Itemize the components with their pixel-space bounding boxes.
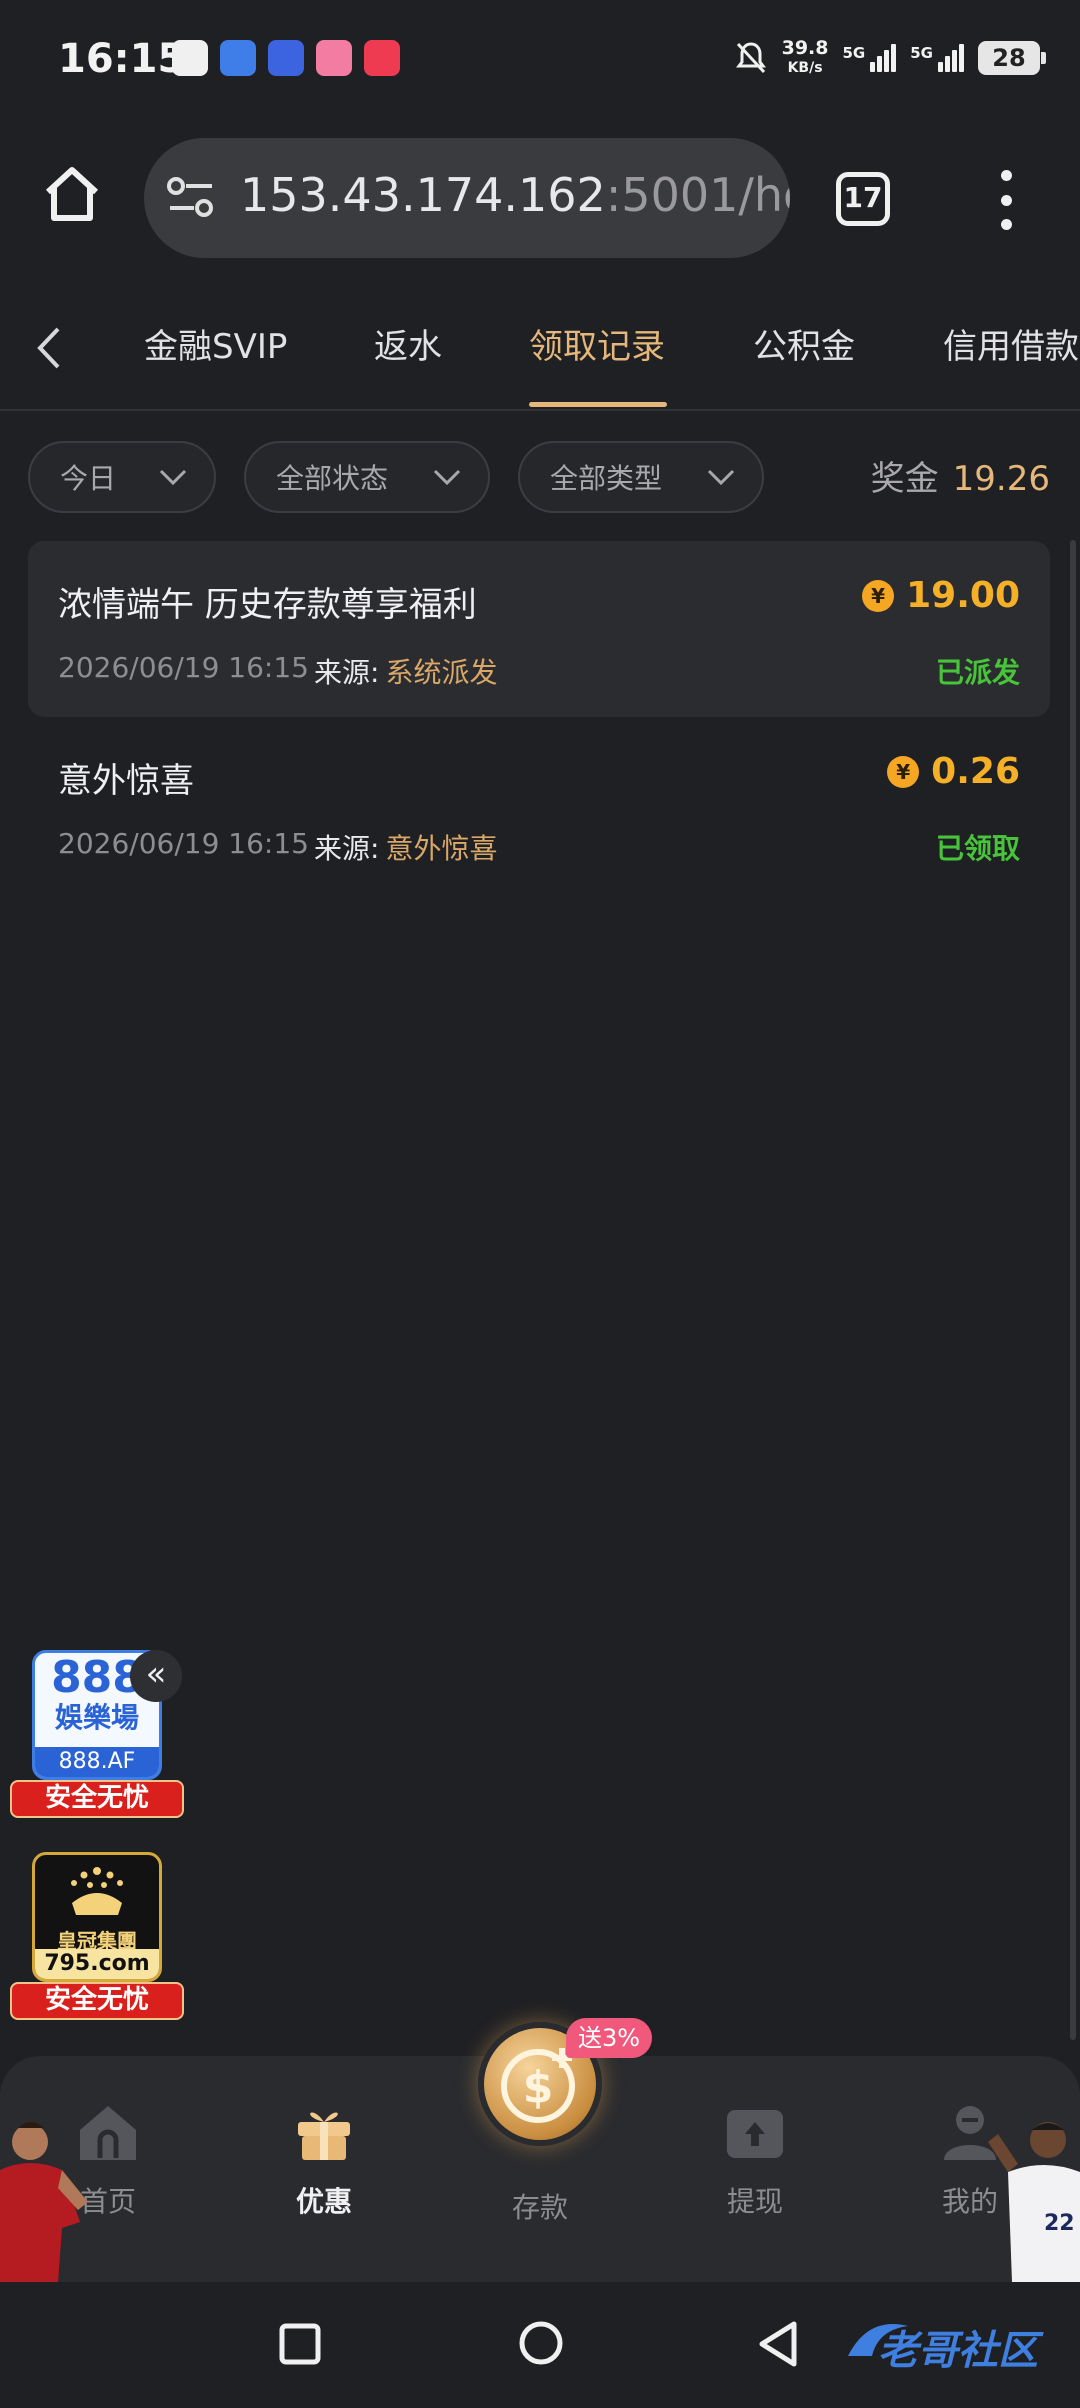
home-circle-icon[interactable] [518, 2320, 564, 2366]
record-date: 2026/06/19 16:15 [58, 651, 309, 684]
status-filter-label: 全部状态 [276, 462, 389, 495]
signal-sim2-icon: 5G [910, 44, 964, 72]
record-amount: ¥ 0.26 [887, 751, 1020, 792]
record-source: 来源: 意外惊喜 [314, 827, 497, 867]
crown-group-ad[interactable]: 皇冠集團 795.com 安全无忧 [10, 1852, 184, 2022]
tab-svip[interactable]: 金融SVIP [144, 319, 287, 368]
more-menu-icon[interactable] [996, 170, 1016, 230]
back-arrow-icon[interactable] [30, 323, 70, 373]
ad-crown-url: 795.com [35, 1949, 159, 1979]
deposit-bonus-badge: 送3% [566, 2018, 653, 2058]
watermark-text: 老哥社区 [878, 2328, 1038, 2374]
football-player-right-image: 22 [988, 2122, 1080, 2282]
active-tab-indicator [529, 402, 667, 407]
coin-icon: ¥ [862, 579, 895, 612]
status-badge: 已领取 [935, 832, 1020, 865]
svg-text:$: $ [523, 2062, 554, 2113]
mute-bell-icon [735, 42, 766, 74]
svg-text:22: 22 [1044, 2211, 1075, 2236]
record-amount: ¥ 19.00 [862, 575, 1020, 616]
football-player-left-image [0, 2122, 88, 2282]
record-title: 浓情端午 历史存款尊享福利 [58, 585, 477, 625]
notification-icons [172, 40, 400, 76]
network-speed: 39.8 KB/s [782, 38, 829, 78]
filter-bar: 今日 全部状态 全部类型 奖金 19.26 [0, 411, 1080, 531]
type-filter-dropdown[interactable]: 全部类型 [518, 441, 764, 513]
speed-value: 39.8 [781, 37, 829, 59]
signal-sim1-icon: 5G [843, 44, 897, 72]
tab-deposit-label[interactable]: 存款 [478, 2186, 602, 2226]
bonus-label: 奖金 [870, 459, 939, 499]
collapse-ads-button[interactable]: « [130, 1650, 182, 1702]
coin-icon: ¥ [887, 755, 920, 788]
sim1-label: 5G [842, 44, 866, 62]
ad-888-ribbon: 安全无忧 [10, 1780, 184, 1818]
record-amount-value: 0.26 [931, 751, 1020, 792]
date-filter-label: 今日 [60, 462, 117, 495]
list-item[interactable]: 意外惊喜 ¥ 0.26 2026/06/19 16:15 来源: 意外惊喜 已领取 [28, 717, 1050, 893]
source-value: 系统派发 [385, 656, 498, 689]
bonus-total: 奖金 19.26 [871, 451, 1050, 500]
tab-promotions-label: 优惠 [295, 2185, 352, 2218]
source-label: 来源: [314, 832, 380, 865]
tab-promotions[interactable]: 优惠 [254, 2100, 394, 2220]
url-host: 153.43.174.162 [240, 168, 606, 222]
source-label: 来源: [314, 656, 380, 689]
status-badge: 已派发 [935, 656, 1020, 689]
gift-icon [298, 2112, 350, 2160]
battery-icon: 28 [978, 41, 1046, 75]
withdraw-icon [727, 2110, 783, 2158]
status-right: 39.8 KB/s 5G 5G 28 [734, 38, 1046, 78]
chevron-down-icon [159, 469, 187, 486]
crown-icon [71, 1867, 123, 1915]
back-triangle-icon[interactable] [756, 2320, 800, 2368]
xiaohongshu-icon [364, 40, 400, 76]
record-source: 来源: 系统派发 [314, 651, 497, 691]
crown-group-logo: 皇冠集團 795.com [32, 1852, 162, 1982]
record-amount-value: 19.00 [906, 575, 1020, 616]
record-title: 意外惊喜 [58, 761, 194, 801]
ad-crown-ribbon: 安全无忧 [10, 1982, 184, 2020]
tab-claim-records[interactable]: 领取记录 [529, 319, 665, 368]
tab-switcher-button[interactable]: 17 [836, 172, 890, 226]
sim2-label: 5G [910, 44, 933, 62]
status-bar: 16:15 39.8 KB/s 5G 5G 28 [0, 0, 1080, 120]
qq-icon [172, 40, 208, 76]
tieba-icon [268, 40, 304, 76]
chevron-down-icon [433, 469, 461, 486]
ad-888-subtitle: 娛樂場 [54, 1701, 139, 1734]
type-filter-label: 全部类型 [550, 462, 663, 495]
home-icon[interactable] [40, 162, 104, 226]
source-value: 意外惊喜 [385, 832, 498, 865]
ad-888-url: 888.AF [35, 1747, 159, 1777]
cloud-icon [220, 40, 256, 76]
date-filter-dropdown[interactable]: 今日 [28, 441, 216, 513]
status-time: 16:15 [58, 36, 186, 82]
bilibili-icon [316, 40, 352, 76]
browser-toolbar: 153.43.174.162:5001/home 17 [0, 120, 1080, 285]
category-tabs: 金融SVIP 返水 领取记录 公积金 信用借款 [0, 285, 1080, 411]
bonus-value: 19.26 [952, 459, 1050, 499]
tab-withdraw[interactable]: 提现 [685, 2100, 825, 2220]
speed-unit: KB/s [787, 60, 823, 76]
list-item[interactable]: 浓情端午 历史存款尊享福利 ¥ 19.00 2026/06/19 16:15 来… [28, 541, 1050, 717]
tab-provident-fund[interactable]: 公积金 [753, 319, 855, 368]
url-text[interactable]: 153.43.174.162:5001/home [240, 168, 790, 222]
address-bar[interactable]: 153.43.174.162:5001/home [144, 138, 790, 258]
recents-icon[interactable] [278, 2322, 322, 2366]
chevron-down-icon [707, 469, 735, 486]
status-filter-dropdown[interactable]: 全部状态 [244, 441, 490, 513]
tab-rebate[interactable]: 返水 [374, 319, 442, 368]
tab-withdraw-label: 提现 [726, 2185, 783, 2218]
site-settings-icon[interactable] [166, 176, 216, 220]
scrollbar[interactable] [1070, 540, 1076, 2040]
url-path: :5001/home [605, 168, 790, 222]
tab-credit-loan[interactable]: 信用借款 [943, 319, 1079, 368]
record-date: 2026/06/19 16:15 [58, 827, 309, 860]
